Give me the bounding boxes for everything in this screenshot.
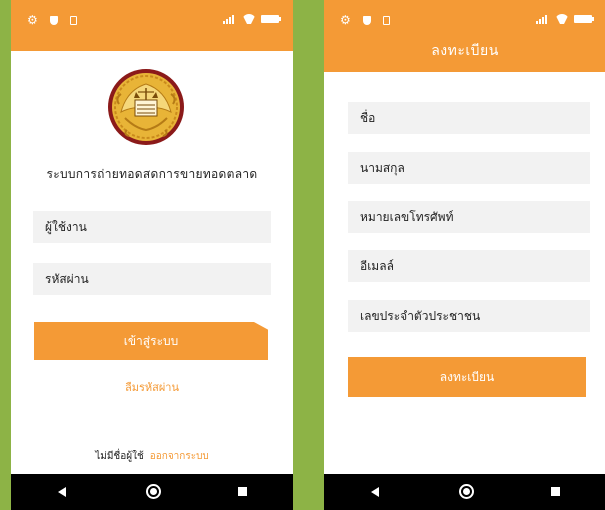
register-button[interactable]: ลงทะเบียน	[348, 357, 586, 397]
login-screen: ⚙ ระบบการถ่ายทอดสดการขายทอดตลาด เข้าสู่ร…	[11, 0, 293, 510]
login-button[interactable]: เข้าสู่ระบบ	[34, 322, 268, 360]
sim-icon	[69, 15, 77, 25]
footer: ไม่มีชื่อผู้ใช้ ออกจากระบบ	[11, 449, 293, 464]
recents-icon[interactable]	[238, 487, 247, 496]
forgot-password-link[interactable]: ลืมรหัสผ่าน	[11, 378, 293, 396]
battery-icon	[261, 15, 281, 23]
wifi-icon	[555, 14, 569, 24]
sim-icon	[382, 15, 390, 25]
logout-link[interactable]: ออกจากระบบ	[150, 451, 209, 462]
wifi-icon	[242, 14, 256, 24]
shield-icon	[362, 15, 371, 25]
first-name-input[interactable]	[348, 102, 590, 134]
recents-icon[interactable]	[551, 487, 560, 496]
page-title: ลงทะเบียน	[431, 43, 499, 59]
email-input[interactable]	[348, 250, 590, 282]
header-bar: ⚙ ลงทะเบียน	[324, 0, 605, 72]
system-title: ระบบการถ่ายทอดสดการขายทอดตลาด	[46, 167, 258, 181]
back-icon[interactable]	[58, 487, 66, 497]
id-card-input[interactable]	[348, 300, 590, 332]
back-icon[interactable]	[371, 487, 379, 497]
username-input[interactable]	[33, 211, 271, 243]
home-icon[interactable]	[146, 484, 161, 499]
password-input[interactable]	[33, 263, 271, 295]
phone-input[interactable]	[348, 201, 590, 233]
emblem-logo	[108, 69, 184, 145]
signal-icon	[536, 14, 550, 24]
register-screen: ⚙ ลงทะเบียน ลงทะเบียน	[324, 0, 605, 510]
status-bar: ⚙	[11, 0, 293, 51]
last-name-input[interactable]	[348, 152, 590, 184]
no-user-label: ไม่มีชื่อผู้ใช้	[95, 451, 144, 462]
home-icon[interactable]	[459, 484, 474, 499]
shield-icon	[49, 15, 58, 25]
gear-icon: ⚙	[340, 13, 351, 27]
signal-icon	[223, 14, 237, 24]
navigation-bar	[324, 474, 605, 510]
navigation-bar	[11, 474, 293, 510]
gear-icon: ⚙	[27, 13, 38, 27]
battery-icon	[574, 15, 594, 23]
